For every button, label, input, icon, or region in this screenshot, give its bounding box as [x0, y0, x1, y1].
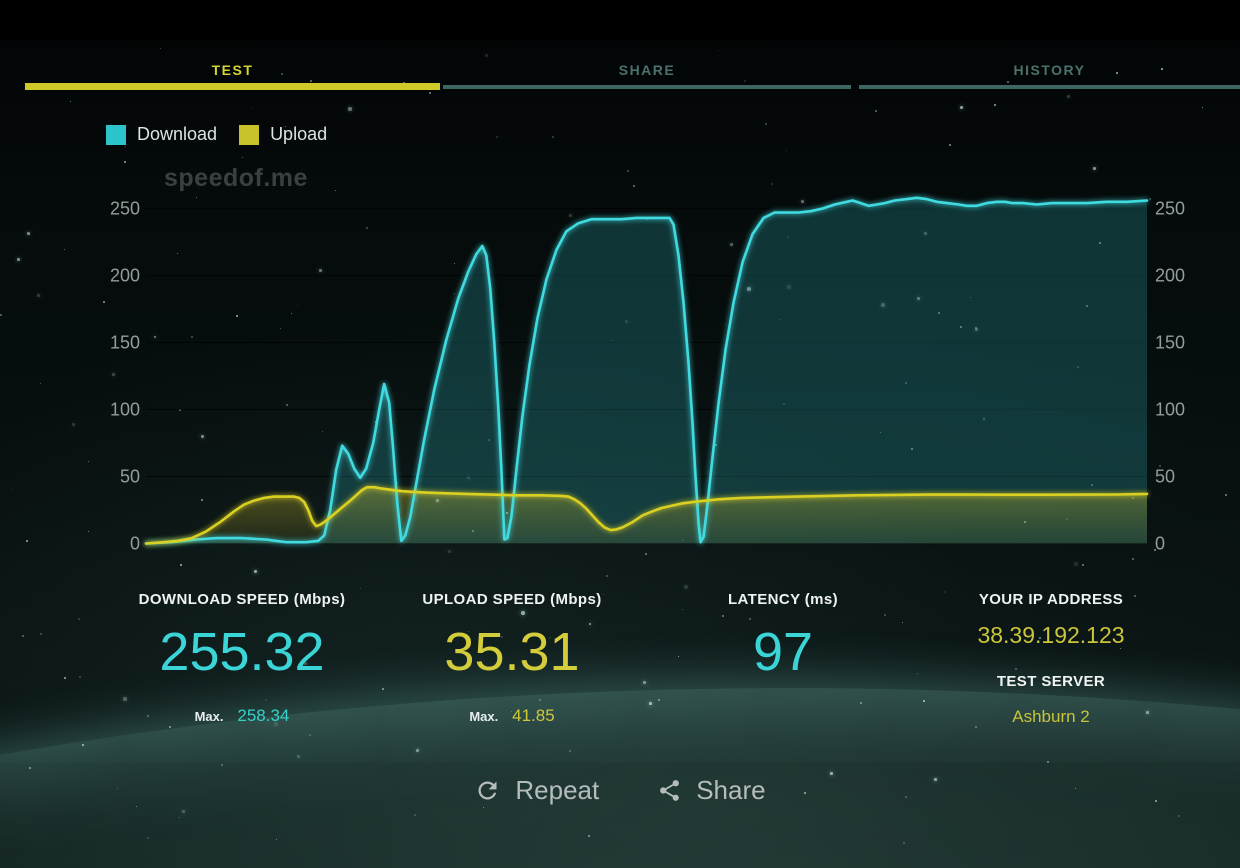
y-tick-label: 0 — [130, 533, 140, 554]
y-tick-label: 100 — [110, 399, 140, 420]
upload-legend-label: Upload — [270, 124, 327, 145]
y-tick-label: 200 — [1155, 265, 1185, 286]
ip-stat-value: 38.39.192.123 — [881, 622, 1221, 649]
ip-stat-header: YOUR IP ADDRESS — [881, 591, 1221, 608]
share-button-label: Share — [696, 775, 765, 806]
watermark: speedof.me — [164, 164, 308, 193]
tab-test[interactable]: TEST — [25, 56, 440, 90]
action-buttons: Repeat Share — [0, 775, 1240, 806]
repeat-button[interactable]: Repeat — [474, 775, 599, 806]
tab-test-underline — [25, 83, 440, 90]
download-swatch — [106, 125, 126, 145]
share-button[interactable]: Share — [657, 775, 765, 806]
y-tick-label: 50 — [1155, 466, 1175, 487]
speedtest-app: TEST SHARE HISTORY Download Upload speed… — [0, 0, 1240, 868]
download-max-label: Max. — [195, 709, 224, 724]
server-header: TEST SERVER — [881, 673, 1221, 690]
download-max-value: 258.34 — [237, 706, 289, 725]
refresh-icon — [474, 777, 501, 804]
download-legend-label: Download — [137, 124, 217, 145]
top-black-bar — [0, 0, 1240, 40]
upload-max-value: 41.85 — [512, 706, 555, 725]
y-tick-label: 200 — [110, 265, 140, 286]
share-icon — [657, 778, 682, 803]
upload-stat-max: Max. 41.85 — [342, 706, 682, 726]
chart-areas — [146, 198, 1147, 544]
tab-share[interactable]: SHARE — [443, 56, 851, 90]
repeat-button-label: Repeat — [515, 775, 599, 806]
tab-test-label: TEST — [25, 56, 440, 78]
chart-legend: Download Upload — [106, 124, 337, 145]
y-tick-label: 50 — [120, 466, 140, 487]
legend-item-upload: Upload — [239, 124, 327, 145]
y-axis-right: 0 50 100 150 200 250 — [1155, 180, 1199, 544]
upload-max-label: Max. — [469, 709, 498, 724]
tab-share-label: SHARE — [443, 56, 851, 78]
upload-swatch — [239, 125, 259, 145]
y-tick-label: 150 — [1155, 332, 1185, 353]
y-axis-left: 0 50 100 150 200 250 — [96, 180, 140, 544]
tab-history-label: HISTORY — [859, 56, 1240, 78]
speed-chart — [146, 180, 1147, 544]
y-tick-label: 250 — [110, 198, 140, 219]
y-tick-label: 150 — [110, 332, 140, 353]
y-tick-label: 0 — [1155, 533, 1165, 554]
legend-item-download: Download — [106, 124, 217, 145]
tab-history-underline — [859, 85, 1240, 89]
tab-history[interactable]: HISTORY — [859, 56, 1240, 90]
server-value: Ashburn 2 — [881, 707, 1221, 727]
ip-stat: YOUR IP ADDRESS 38.39.192.123 TEST SERVE… — [881, 591, 1221, 727]
tab-share-underline — [443, 85, 851, 89]
y-tick-label: 100 — [1155, 399, 1185, 420]
y-tick-label: 250 — [1155, 198, 1185, 219]
